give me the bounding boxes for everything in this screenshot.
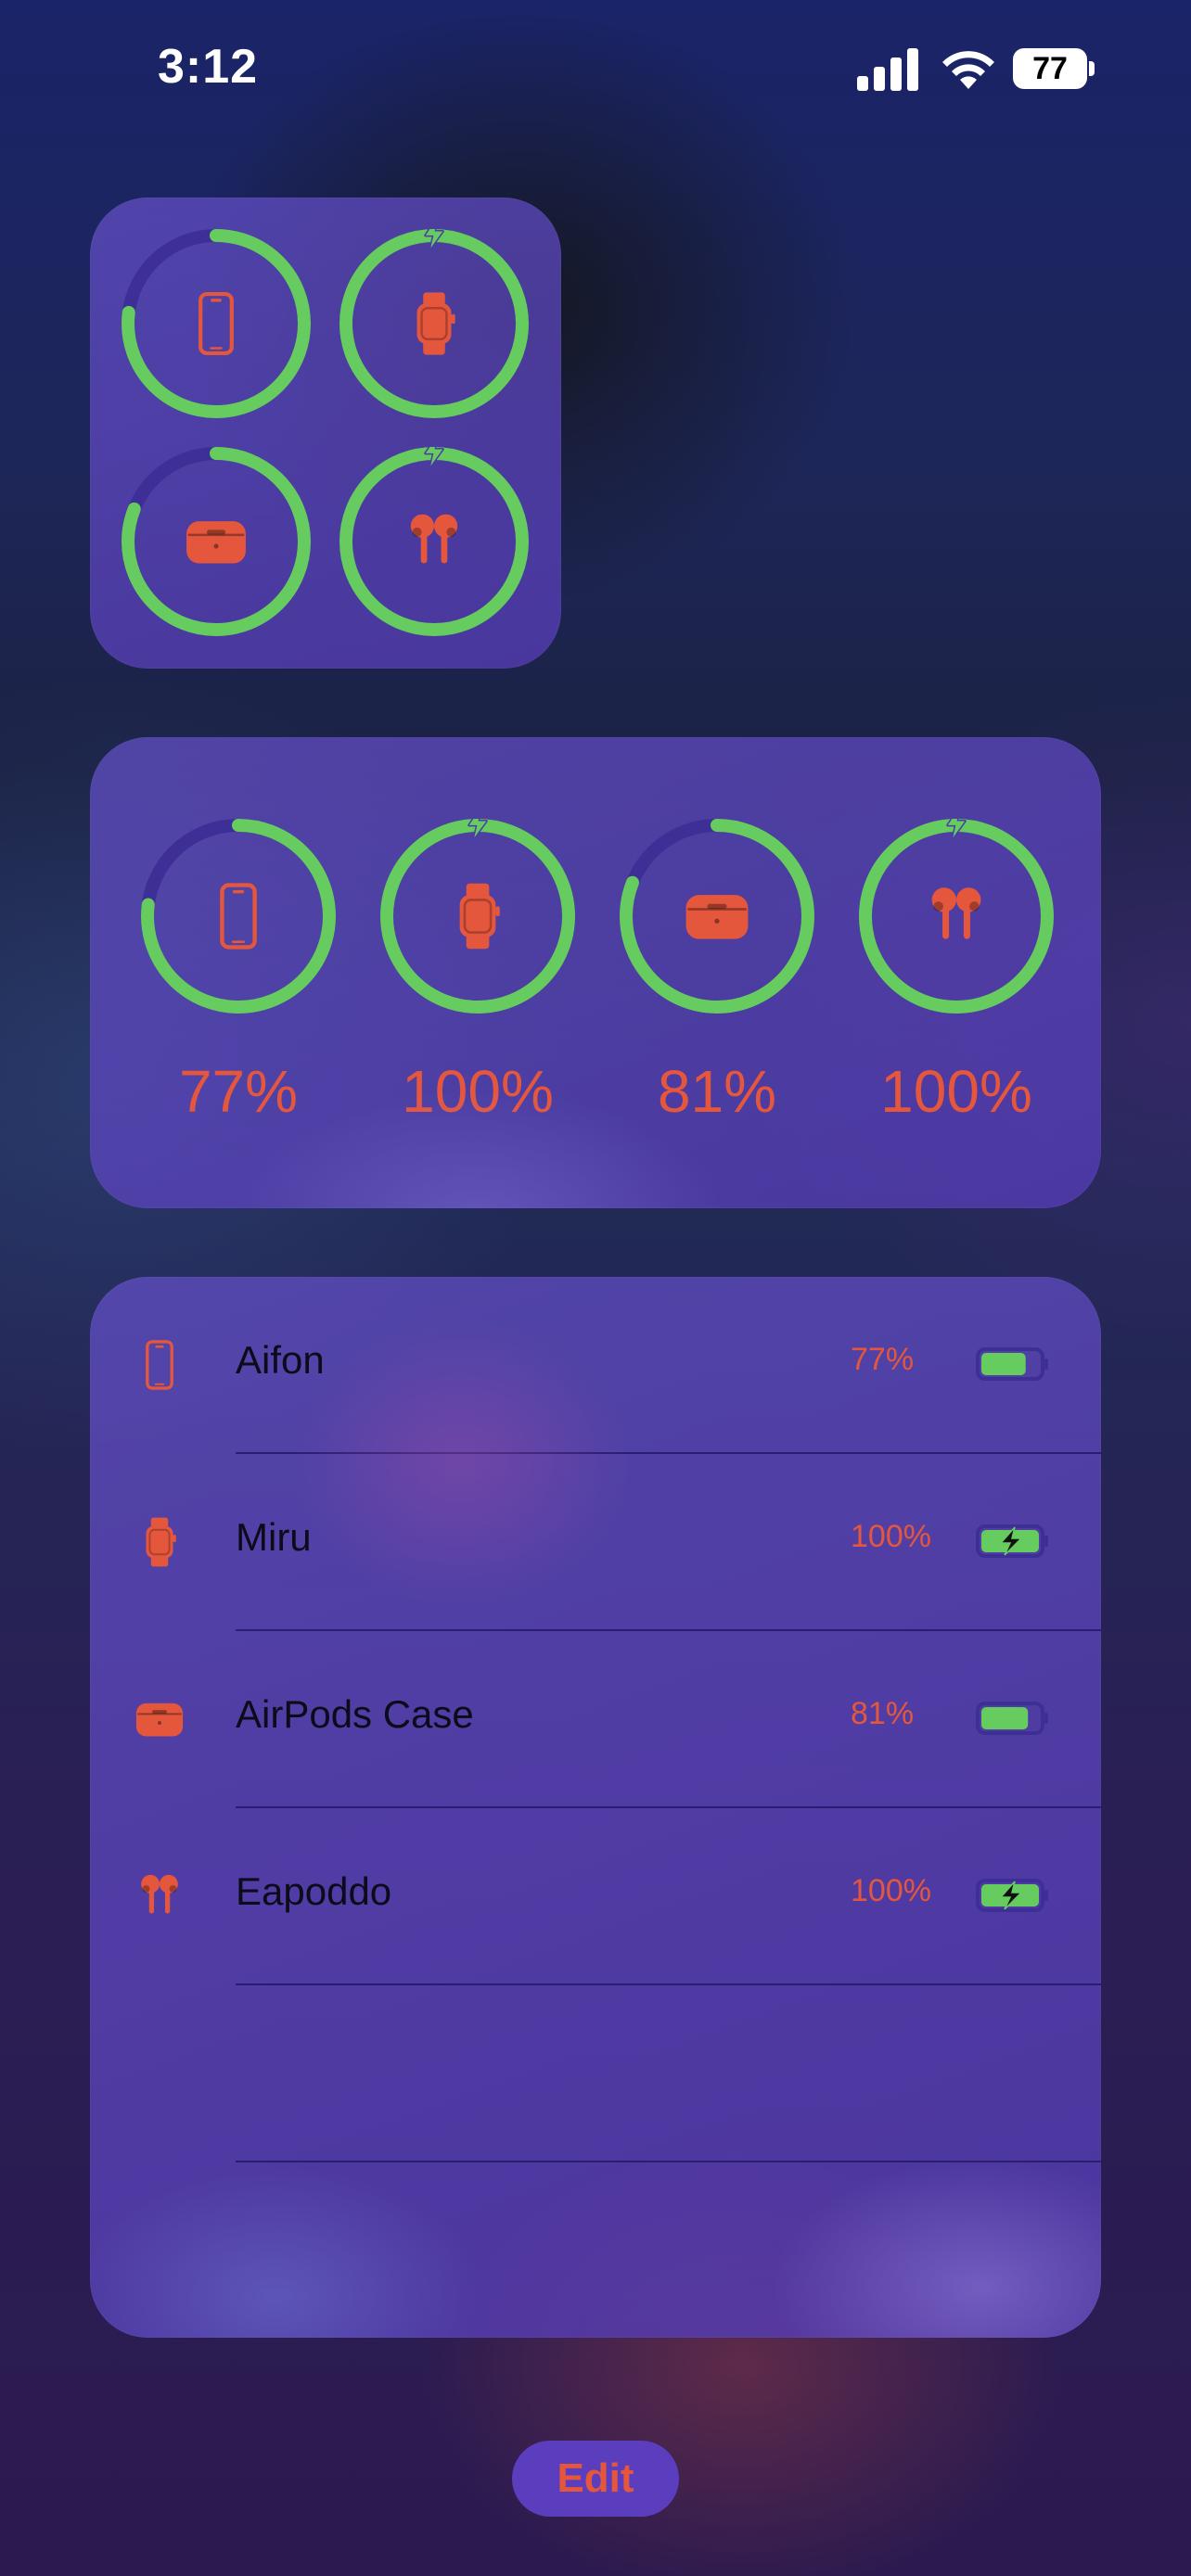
percent-label: 81% <box>657 1058 777 1125</box>
device-percent: 100% <box>851 1873 931 1908</box>
device-name: Eapoddo <box>236 1869 392 1913</box>
device-percent: 77% <box>851 1342 915 1377</box>
airpods-case-icon <box>186 521 246 564</box>
row-separator <box>236 1983 1101 1985</box>
status-bar: 3:12 77 <box>0 0 1191 139</box>
row-separator <box>236 2161 1101 2162</box>
status-time: 3:12 <box>158 40 259 94</box>
percent-label: 100% <box>402 1058 554 1125</box>
battery-ring <box>380 819 575 1014</box>
device-row: AirPods Case 81% <box>90 1631 1101 1808</box>
cellular-signal-icon <box>857 48 918 91</box>
airpods-icon <box>141 1874 178 1914</box>
battery-icon <box>976 1702 1048 1735</box>
airpods-case-icon <box>685 895 749 939</box>
batteries-widget-large[interactable]: Aifon 77% Miru 100% AirPods Case 81% Eap… <box>90 1277 1101 2338</box>
device-percent: 81% <box>851 1696 915 1731</box>
device-name: Aifon <box>236 1338 325 1382</box>
battery-level: 77 <box>1013 48 1087 89</box>
device-row: Aifon 77% <box>90 1277 1101 1454</box>
battery-ring <box>620 819 814 1014</box>
device-percent: 100% <box>851 1519 931 1554</box>
device-name: Miru <box>236 1515 312 1559</box>
device-name: AirPods Case <box>236 1692 474 1736</box>
airpods-case-icon <box>135 1702 184 1737</box>
watch-icon <box>459 883 500 950</box>
device-row: Miru 100% <box>90 1454 1101 1631</box>
iphone-icon <box>146 1340 173 1390</box>
airpods-icon <box>410 514 458 564</box>
battery-ring <box>122 447 311 636</box>
airpods-icon <box>931 887 981 939</box>
wifi-icon <box>942 51 994 89</box>
edit-button[interactable]: Edit <box>512 2441 679 2517</box>
battery-indicator: 77 <box>1013 48 1096 91</box>
battery-ring <box>122 229 311 418</box>
watch-icon <box>146 1517 176 1567</box>
battery-ring <box>339 447 529 636</box>
device-row: Eapoddo 100% <box>90 1808 1101 1985</box>
battery-ring <box>859 819 1054 1014</box>
battery-ring <box>339 229 529 418</box>
watch-icon <box>416 292 455 355</box>
batteries-widget-small[interactable] <box>90 198 561 669</box>
percent-label: 100% <box>880 1058 1032 1125</box>
iphone-icon <box>220 883 257 950</box>
battery-icon <box>976 1347 1048 1381</box>
iphone-icon <box>198 291 234 356</box>
batteries-widget-medium[interactable]: 77% 100% 81% 100% <box>90 737 1101 1208</box>
percent-label: 77% <box>178 1058 299 1125</box>
battery-ring <box>141 819 336 1014</box>
battery-charging-icon <box>976 1879 1048 1912</box>
battery-charging-icon <box>976 1524 1048 1558</box>
